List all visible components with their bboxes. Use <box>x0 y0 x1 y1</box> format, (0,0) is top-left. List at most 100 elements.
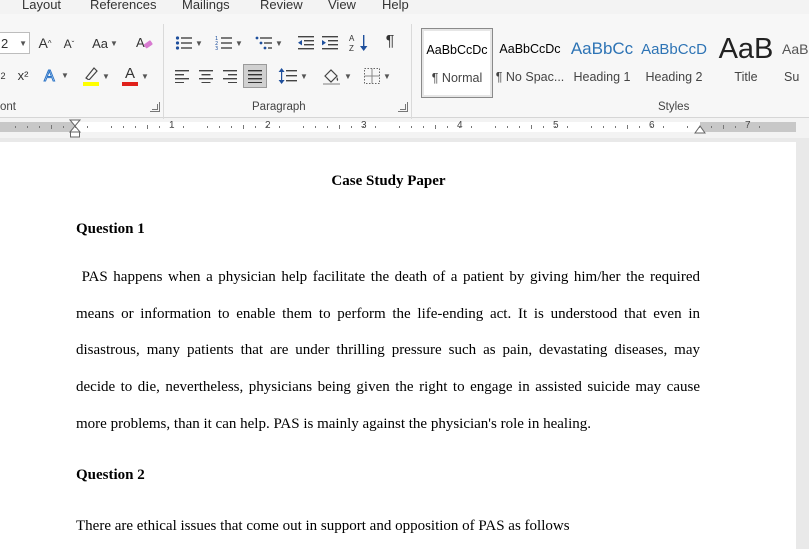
font-color-icon: A <box>121 66 139 86</box>
style-no-spacing[interactable]: AaBbCcDc ¶ No Spac... <box>494 28 566 98</box>
svg-text:3: 3 <box>215 46 218 51</box>
ruler-tick <box>615 126 616 128</box>
sort-button[interactable]: A Z <box>348 32 370 54</box>
ruler-tick <box>87 126 88 128</box>
borders-button[interactable]: ▼ <box>360 65 394 87</box>
right-indent-marker-icon[interactable] <box>694 124 706 134</box>
ruler-tick <box>531 125 532 129</box>
caret-up-icon: ^ <box>47 38 52 48</box>
style-title[interactable]: AaB Title <box>710 28 782 98</box>
ruler-tick <box>723 125 724 129</box>
show-formatting-marks-button[interactable]: ¶ <box>380 32 400 52</box>
justify-button[interactable] <box>243 64 267 88</box>
question-1-heading: Question 1 <box>76 221 145 237</box>
chevron-down-icon: ▼ <box>109 38 118 48</box>
superscript-button[interactable]: x² <box>14 66 32 84</box>
tab-help[interactable]: Help <box>382 0 409 12</box>
font-group-label: ont <box>0 101 16 113</box>
ruler-tick <box>327 126 328 128</box>
styles-group-label: Styles <box>658 101 690 113</box>
group-divider <box>411 24 412 119</box>
align-center-button[interactable] <box>196 66 216 86</box>
clear-formatting-button[interactable]: A <box>134 32 154 52</box>
ribbon-tabs: Layout References Mailings Review View H… <box>0 0 809 14</box>
ruler-tick <box>375 126 376 128</box>
svg-text:A: A <box>349 34 355 43</box>
ruler-tick <box>351 126 352 128</box>
shrink-font-label: A <box>63 37 72 51</box>
paragraph-dialog-launcher-icon[interactable] <box>398 102 408 112</box>
style-name: Su <box>784 70 800 84</box>
tab-mailings[interactable]: Mailings <box>182 0 230 12</box>
ribbon-home: 2 ▼ A ^ Aˇ Aa ▼ A 2 x² A ▼ ▼ A ▼ ont ▼ 1… <box>0 14 809 119</box>
increase-indent-button[interactable] <box>320 33 340 53</box>
style-sample: AaBbCc <box>570 39 634 58</box>
ruler-tick <box>747 126 748 128</box>
style-heading-1[interactable]: AaBbCc Heading 1 <box>566 28 638 98</box>
ruler-tick <box>231 126 232 128</box>
style-normal[interactable]: AaBbCcDc ¶ Normal <box>421 28 493 98</box>
ruler-tick <box>15 126 16 128</box>
bullets-button[interactable]: ▼ <box>172 33 206 53</box>
align-right-icon <box>223 70 237 83</box>
change-case-label: Aa <box>92 35 108 51</box>
borders-icon <box>364 68 381 84</box>
ruler-tick <box>543 126 544 128</box>
grow-font-button[interactable]: A ^ <box>36 34 54 52</box>
ruler-tick <box>135 126 136 128</box>
document-title: Case Study Paper <box>331 173 446 189</box>
ruler-tick <box>699 126 700 128</box>
paragraph-line: decide to die, nevertheless, physicians … <box>76 379 700 395</box>
multilevel-list-button[interactable]: ▼ <box>252 33 286 53</box>
subscript-button[interactable]: 2 <box>0 67 9 85</box>
tab-layout[interactable]: Layout <box>22 0 61 12</box>
align-center-icon <box>199 70 213 83</box>
decrease-indent-button[interactable] <box>296 33 316 53</box>
shrink-font-button[interactable]: Aˇ <box>60 35 78 53</box>
ruler-tick <box>279 126 280 128</box>
chevron-down-icon: ▼ <box>61 70 69 80</box>
highlighter-icon <box>82 66 100 86</box>
highlight-color-swatch <box>83 82 100 86</box>
horizontal-ruler[interactable]: 1 2 3 4 5 6 7 <box>0 119 809 139</box>
ruler-tick <box>471 126 472 128</box>
sort-az-icon: A Z <box>349 34 368 53</box>
font-color-button[interactable]: A ▼ <box>118 65 152 87</box>
ruler-tick <box>651 126 652 128</box>
numbered-list-icon: 1 2 3 <box>215 36 233 51</box>
ruler-tick <box>39 126 40 128</box>
font-size-box[interactable]: 2 ▼ <box>0 32 30 54</box>
justify-icon <box>248 70 262 83</box>
superscript-label: x² <box>17 67 29 83</box>
tab-review[interactable]: Review <box>260 0 303 12</box>
align-left-button[interactable] <box>172 66 192 86</box>
line-spacing-button[interactable]: ▼ <box>276 65 310 87</box>
ruler-tick <box>243 125 244 129</box>
bullet-list-icon <box>175 36 193 50</box>
ruler-tick <box>339 125 340 129</box>
ruler-tick <box>363 126 364 128</box>
ruler-tick <box>663 126 664 128</box>
pilcrow-icon: ¶ <box>385 33 395 50</box>
tab-view[interactable]: View <box>328 0 356 12</box>
ruler-tick <box>711 126 712 128</box>
numbering-button[interactable]: 1 2 3 ▼ <box>212 33 246 53</box>
change-case-button[interactable]: Aa ▼ <box>90 34 120 52</box>
font-dialog-launcher-icon[interactable] <box>150 102 160 112</box>
style-sample: AaBbCcD <box>641 40 707 58</box>
ruler-tick <box>411 126 412 128</box>
shading-button[interactable]: ▼ <box>320 65 354 87</box>
tab-references[interactable]: References <box>90 0 156 12</box>
ruler-tick <box>123 126 124 128</box>
style-subtitle[interactable]: AaB Su <box>782 28 809 98</box>
style-heading-2[interactable]: AaBbCcD Heading 2 <box>638 28 710 98</box>
paragraph-group-label: Paragraph <box>252 101 306 113</box>
ruler-tick <box>27 126 28 128</box>
ruler-tick <box>591 126 592 128</box>
text-effects-button[interactable]: A ▼ <box>42 65 70 85</box>
highlight-color-button[interactable]: ▼ <box>80 65 112 87</box>
paragraph-line: PAS happens when a physician help facili… <box>76 269 700 285</box>
align-right-button[interactable] <box>220 66 240 86</box>
ruler-left-margin <box>0 122 76 132</box>
indent-marker-icon[interactable] <box>69 119 83 139</box>
